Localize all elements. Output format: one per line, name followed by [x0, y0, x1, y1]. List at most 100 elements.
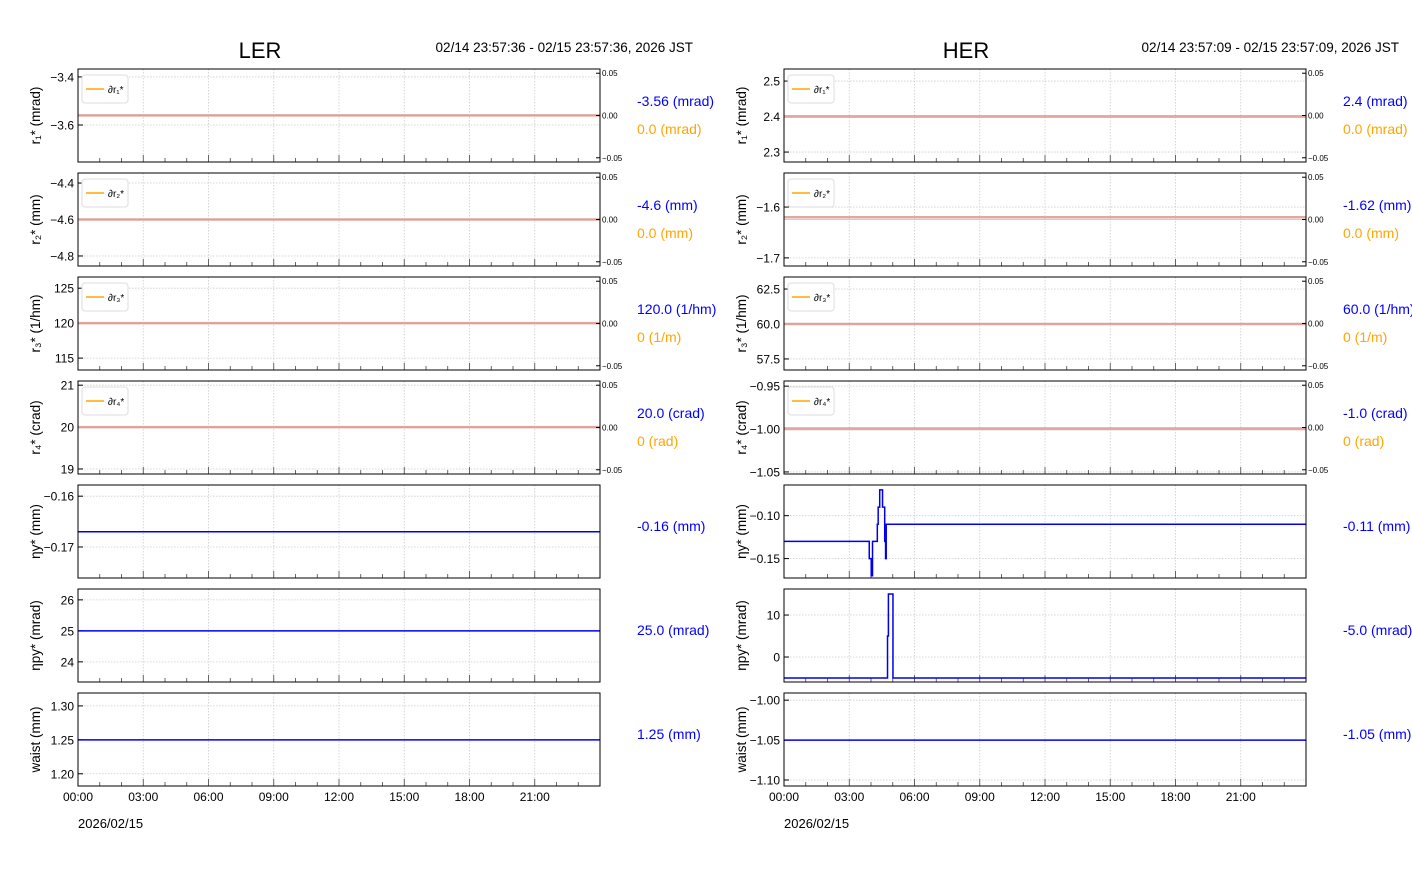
y-tick-label: 1.25 [51, 733, 75, 747]
y-tick-label: −0.16 [44, 490, 75, 504]
twin-y-tick-label: 0.05 [602, 69, 618, 78]
y-axis-label: r₁* (mrad) [28, 87, 43, 145]
y-tick-label: 21 [61, 379, 75, 393]
twin-y-tick-label: −0.05 [602, 154, 623, 163]
y-axis-label: ηy* (mm) [28, 504, 43, 559]
legend: ∂r₃* [787, 282, 835, 312]
delta-value: 0 (rad) [1343, 433, 1384, 449]
y-tick-label: 115 [55, 352, 74, 366]
y-tick-label: −4.8 [50, 249, 74, 263]
legend: ∂r₄* [787, 386, 835, 416]
figure-title: HER [943, 38, 989, 63]
twin-y-tick-label: −0.05 [602, 466, 623, 475]
twin-y-tick-label: −0.05 [602, 362, 623, 371]
x-tick-label: 06:00 [899, 790, 929, 804]
panel-2: 62.5 60.0 57.5 0.05 0.00 −0.05 ∂r₃* 60.0 (1/hm)… [734, 276, 1412, 371]
legend-label: ∂r₃* [814, 293, 830, 304]
delta-value: 0.0 (mm) [1343, 225, 1399, 241]
twin-y-tick-label: −0.05 [1308, 258, 1329, 267]
x-tick-label: 00:00 [769, 790, 799, 804]
twin-y-tick-label: 0.00 [602, 424, 618, 433]
panel-2: 125 120 115 0.05 0.00 −0.05 ∂r₃* 120.0 (1/hm) 0 … [28, 276, 716, 371]
twin-y-tick-label: 0.05 [1308, 277, 1324, 286]
y-tick-label: 20 [61, 421, 75, 435]
y-tick-label: −4.6 [50, 213, 74, 227]
y-axis-label: waist (mm) [734, 707, 749, 774]
y-tick-label: −1.7 [756, 251, 780, 265]
current-value: -1.62 (mm) [1343, 197, 1411, 213]
twin-y-tick-label: 0.05 [602, 173, 618, 182]
time-range: 02/14 23:57:36 - 02/15 23:57:36, 2026 JS… [436, 40, 693, 55]
legend-label: ∂r₄* [108, 397, 124, 408]
x-tick-label: 09:00 [259, 790, 289, 804]
x-tick-label: 03:00 [128, 790, 158, 804]
legend-label: ∂r₂* [108, 189, 124, 200]
y-axis-label: r₂* (mm) [28, 194, 43, 244]
panel-4: −0.10 −0.15 -0.11 (mm) ηy* (mm) [734, 484, 1410, 579]
x-tick-label: 21:00 [1226, 790, 1256, 804]
y-tick-label: −1.00 [750, 423, 781, 437]
y-axis-label: waist (mm) [28, 707, 43, 774]
panel-6: 1.30 1.25 1.20 1.25 (mm) waist (mm) 00:00 03:0… [28, 692, 701, 831]
ler-figure: LER 02/14 23:57:36 - 02/15 23:57:36, 2026… [28, 38, 716, 831]
panel-3: 21 20 19 0.05 0.00 −0.05 ∂r₄* 20.0 (crad) 0 (rad… [28, 379, 705, 477]
y-axis-label: r₃* (1/hm) [734, 294, 749, 352]
legend-label: ∂r₄* [814, 397, 830, 408]
y-tick-label: 1.30 [51, 699, 75, 713]
legend-label: ∂r₁* [814, 85, 830, 96]
delta-value: 0.0 (mrad) [1343, 121, 1408, 137]
y-tick-label: −0.10 [750, 509, 781, 523]
y-tick-label: 2.3 [763, 146, 780, 160]
y-axis-label: ηy* (mm) [734, 504, 749, 559]
twin-y-tick-label: 0.00 [1308, 216, 1324, 225]
date-label: 2026/02/15 [78, 816, 143, 831]
current-value: 120.0 (1/hm) [637, 301, 716, 317]
y-tick-label: −1.6 [756, 201, 780, 215]
x-tick-label: 09:00 [965, 790, 995, 804]
her-figure: HER 02/14 23:57:09 - 02/15 23:57:09, 2026… [734, 38, 1412, 831]
current-value: -3.56 (mrad) [637, 93, 714, 109]
y-tick-label: −1.10 [750, 774, 781, 788]
current-value: -5.0 (mrad) [1343, 622, 1412, 638]
current-value: -4.6 (mm) [637, 197, 698, 213]
y-tick-label: −0.17 [44, 541, 75, 555]
y-tick-label: 19 [61, 462, 75, 476]
y-tick-label: −1.05 [750, 734, 781, 748]
legend: ∂r₂* [81, 178, 129, 208]
y-tick-label: 125 [54, 282, 74, 296]
value-line [784, 489, 1306, 577]
current-value: -0.11 (mm) [1343, 518, 1410, 534]
legend-label: ∂r₁* [108, 85, 124, 96]
legend: ∂r₄* [81, 386, 129, 416]
delta-value: 0.0 (mm) [637, 225, 693, 241]
y-axis-label: r₄* (crad) [28, 400, 43, 454]
date-label: 2026/02/15 [784, 816, 849, 831]
twin-y-tick-label: 0.05 [1308, 381, 1324, 390]
panel-1: −4.4 −4.6 −4.8 0.05 0.00 −0.05 ∂r₂* -4.6 (mm) 0.… [28, 172, 698, 267]
twin-y-tick-label: 0.05 [1308, 69, 1324, 78]
panel-5: 10 0 -5.0 (mrad) ηpy* (mrad) [734, 588, 1412, 683]
current-value: 20.0 (crad) [637, 405, 705, 421]
y-tick-label: −3.6 [50, 118, 74, 132]
panel-0: 2.5 2.4 2.3 0.05 0.00 −0.05 ∂r₁* 2.4 (mrad) 0.0 … [734, 68, 1408, 163]
legend: ∂r₃* [81, 282, 129, 312]
delta-value: 0.0 (mrad) [637, 121, 702, 137]
twin-y-tick-label: 0.00 [1308, 112, 1324, 121]
y-tick-label: 0 [773, 651, 780, 665]
twin-y-tick-label: 0.05 [602, 277, 618, 286]
x-tick-label: 06:00 [193, 790, 223, 804]
y-axis-label: r₃* (1/hm) [28, 294, 43, 352]
x-tick-label: 15:00 [389, 790, 419, 804]
x-tick-label: 12:00 [1030, 790, 1060, 804]
y-tick-label: −0.15 [750, 552, 781, 566]
y-tick-label: 120 [54, 317, 74, 331]
x-tick-label: 03:00 [834, 790, 864, 804]
y-tick-label: −1.05 [750, 465, 781, 479]
legend: ∂r₁* [787, 74, 835, 104]
twin-y-tick-label: −0.05 [602, 258, 623, 267]
panel-4: −0.16 −0.17 -0.16 (mm) ηy* (mm) [28, 484, 705, 579]
legend-label: ∂r₂* [814, 189, 830, 200]
twin-y-tick-label: 0.05 [602, 381, 618, 390]
y-tick-label: 60.0 [757, 317, 781, 331]
y-axis-label: r₁* (mrad) [734, 87, 749, 145]
